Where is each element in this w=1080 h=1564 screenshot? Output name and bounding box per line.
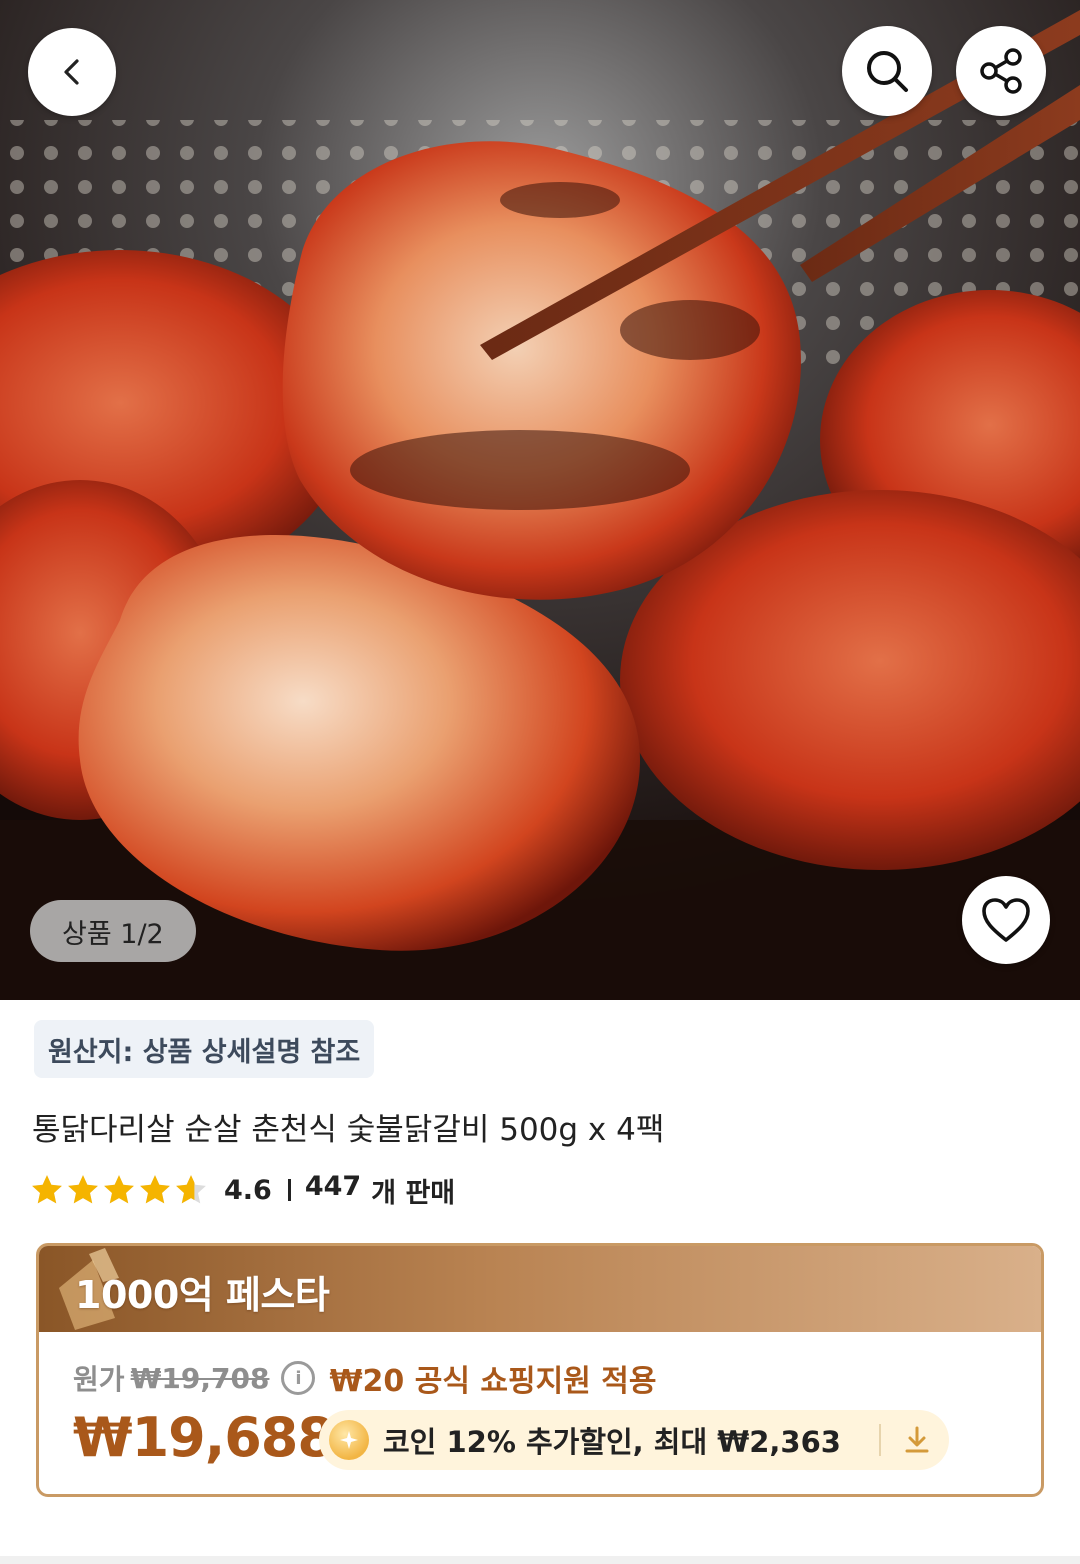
original-price-row: 원가 ₩19,708 i ₩20 공식 쇼핑지원 적용: [73, 1356, 656, 1400]
rating-value: 4.6: [224, 1174, 272, 1206]
star-icon: [176, 1175, 206, 1204]
promo-price-card: 1000억 페스타 원가 ₩19,708 i ₩20 공식 쇼핑지원 적용 ₩1…: [36, 1243, 1044, 1497]
search-icon: [867, 51, 908, 92]
original-price-label: 원가: [73, 1363, 125, 1396]
product-title: 통닭다리살 순살 춘천식 숯불닭갈비 500g x 4팩: [32, 1112, 665, 1148]
festival-label: 1000억 페스타: [75, 1273, 330, 1317]
sold-number: 447: [304, 1170, 362, 1202]
product-image-carousel[interactable]: 상품 1/2: [0, 0, 1080, 1000]
rating-row[interactable]: 4.6 447 개 판매: [30, 1170, 455, 1210]
final-price: ₩19,688: [73, 1406, 335, 1469]
shopping-support-text: ₩20 공식 쇼핑지원 적용: [329, 1364, 657, 1399]
info-icon[interactable]: i: [281, 1361, 316, 1395]
promo-header: 1000억 페스타: [39, 1246, 1041, 1332]
coin-divider: [879, 1424, 881, 1456]
star-icon: [140, 1175, 170, 1204]
star-icon: [68, 1175, 98, 1204]
section-divider: [0, 1556, 1080, 1564]
sold-unit: 개 판매: [371, 1177, 456, 1209]
original-price: ₩19,708: [130, 1361, 270, 1395]
share-button[interactable]: [956, 26, 1046, 116]
product-photo: [0, 0, 1080, 1000]
origin-badge: 원산지: 상품 상세설명 참조: [34, 1020, 375, 1078]
coin-icon: [329, 1420, 369, 1460]
coin-discount-text: 코인 12% 추가할인, 최대 ₩2,363: [383, 1425, 841, 1459]
search-button[interactable]: [842, 26, 932, 116]
image-counter: 상품 1/2: [30, 900, 196, 962]
back-button[interactable]: [28, 28, 116, 116]
download-icon[interactable]: [899, 1422, 935, 1458]
star-icon: [104, 1175, 134, 1204]
heart-icon: [982, 898, 1030, 942]
chevron-left-icon: [64, 59, 79, 85]
sold-count: 447 개 판매: [305, 1171, 455, 1210]
rating-divider: [287, 1179, 291, 1201]
rating-stars: [30, 1173, 210, 1207]
share-icon: [980, 48, 1022, 94]
wishlist-button[interactable]: [962, 876, 1050, 964]
star-icon: [32, 1175, 62, 1204]
coin-discount-button[interactable]: 코인 12% 추가할인, 최대 ₩2,363: [319, 1410, 949, 1470]
